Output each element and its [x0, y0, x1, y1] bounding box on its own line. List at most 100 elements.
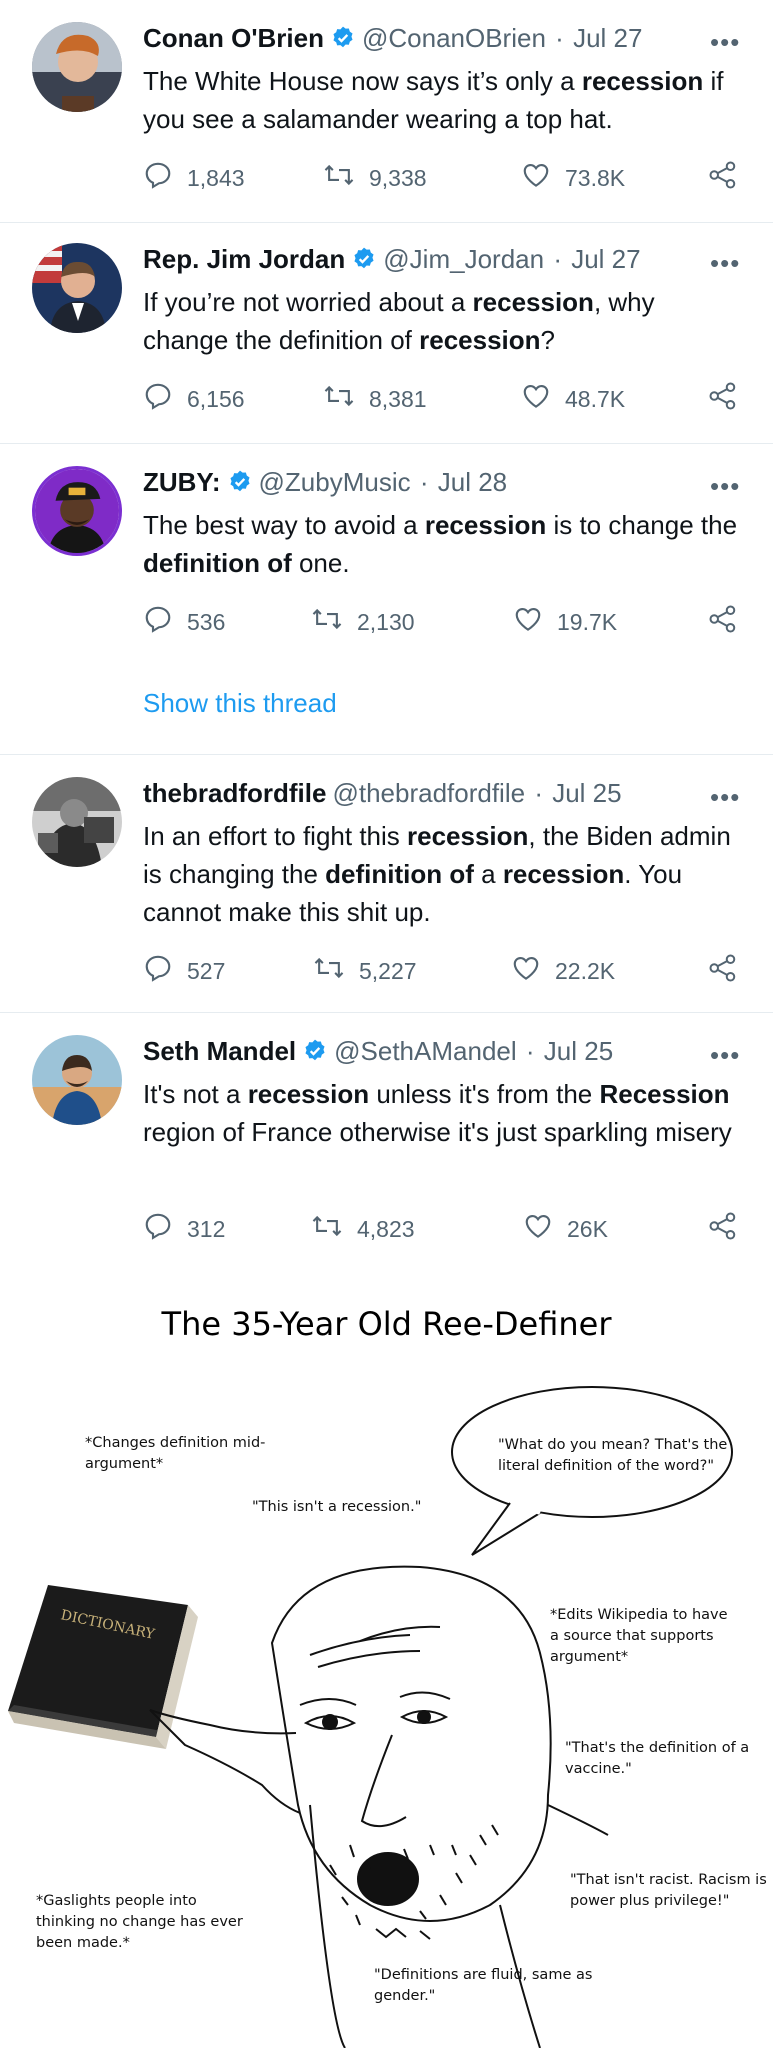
tweet-header: Conan O'Brien @ConanOBrien · Jul 27: [143, 22, 642, 58]
like-count: 26K: [567, 1215, 608, 1242]
caption-changes-definition: *Changes definition mid-argument*: [85, 1435, 266, 1472]
more-options-icon[interactable]: •••: [710, 1042, 740, 1068]
share-icon: [708, 381, 752, 417]
dot-separator: ·: [555, 23, 564, 53]
like-button[interactable]: 48.7K: [521, 381, 625, 417]
caption-what-do-you-mean: "What do you mean? That's the literal de…: [498, 1437, 728, 1474]
avatar[interactable]: [32, 1035, 122, 1125]
share-button[interactable]: [708, 1211, 752, 1247]
avatar-image: [32, 243, 122, 333]
tweet-text: The White House now says it’s only a rec…: [143, 66, 724, 134]
retweet-icon: [311, 604, 357, 640]
reply-count: 312: [187, 1215, 226, 1242]
more-options-icon[interactable]: •••: [710, 784, 740, 810]
tweet-actions: 527 5,227 22.2K: [143, 953, 743, 993]
tweet-text: In an effort to fight this recession, th…: [143, 821, 731, 927]
caption-vaccine: "That's the definition of a vaccine.": [565, 1740, 750, 1777]
author-handle[interactable]: @ZubyMusic: [259, 467, 411, 497]
tweet-jim-jordan[interactable]: Rep. Jim Jordan @Jim_Jordan · Jul 27 ••• …: [0, 223, 773, 443]
reply-icon: [143, 1211, 187, 1247]
like-button[interactable]: 19.7K: [513, 604, 617, 640]
author-handle[interactable]: @SethAMandel: [334, 1036, 517, 1066]
avatar-image: [35, 469, 119, 553]
share-button[interactable]: [708, 160, 752, 196]
retweet-icon: [313, 953, 359, 989]
like-count: 19.7K: [557, 608, 618, 635]
tweet-date[interactable]: Jul 25: [552, 778, 621, 808]
tweet-zuby[interactable]: ZUBY: @ZubyMusic · Jul 28 ••• The best wa…: [0, 444, 773, 754]
dot-separator: ·: [553, 244, 562, 274]
tweet-date[interactable]: Jul 25: [544, 1036, 613, 1066]
avatar[interactable]: [32, 777, 122, 867]
tweet-seth-mandel[interactable]: Seth Mandel @SethAMandel · Jul 25 ••• It'…: [0, 1013, 773, 1265]
avatar-image: [32, 1035, 122, 1125]
share-button[interactable]: [708, 953, 752, 989]
author-handle[interactable]: @ConanOBrien: [362, 23, 546, 53]
avatar-image: [32, 777, 122, 867]
retweet-button[interactable]: 2,130: [311, 604, 415, 640]
caption-edits-wikipedia: *Edits Wikipedia to have a source that s…: [550, 1607, 728, 1665]
tweet-conan[interactable]: Conan O'Brien @ConanOBrien · Jul 27 ••• T…: [0, 0, 773, 222]
reply-button[interactable]: 312: [143, 1211, 225, 1247]
more-options-icon[interactable]: •••: [710, 473, 740, 499]
retweet-button[interactable]: 5,227: [313, 953, 417, 989]
share-button[interactable]: [708, 604, 752, 640]
avatar[interactable]: [32, 243, 122, 333]
reply-button[interactable]: 1,843: [143, 160, 245, 196]
like-button[interactable]: 73.8K: [521, 160, 625, 196]
tweet-date[interactable]: Jul 27: [573, 23, 642, 53]
verified-badge-icon: [351, 246, 377, 279]
tweet-date[interactable]: Jul 27: [571, 244, 640, 274]
author-name[interactable]: Conan O'Brien: [143, 23, 324, 53]
tweet-actions: 1,843 9,338 73.8K: [143, 160, 743, 200]
reply-count: 527: [187, 957, 226, 984]
caption-not-a-recession: "This isn't a recession.": [252, 1499, 422, 1515]
meme-image: The 35-Year Old Ree-Definer DICTIONARY *…: [0, 1265, 773, 2048]
tweet-feed: Conan O'Brien @ConanOBrien · Jul 27 ••• T…: [0, 0, 773, 1265]
retweet-icon: [323, 160, 369, 196]
heart-icon: [523, 1211, 567, 1247]
avatar[interactable]: [32, 22, 122, 112]
tweet-date[interactable]: Jul 28: [438, 467, 507, 497]
dot-separator: ·: [419, 467, 429, 497]
avatar[interactable]: [32, 466, 122, 556]
author-name[interactable]: thebradfordfile: [143, 778, 326, 808]
caption-gaslights: *Gaslights people into thinking no chang…: [36, 1893, 243, 1951]
verified-badge-icon: [330, 25, 356, 58]
tweet-text: If you’re not worried about a recession,…: [143, 287, 655, 355]
share-icon: [708, 604, 752, 640]
reply-icon: [143, 160, 187, 196]
reply-count: 536: [187, 608, 226, 635]
reply-icon: [143, 381, 187, 417]
retweet-button[interactable]: 4,823: [311, 1211, 415, 1247]
tweet-actions: 6,156 8,381 48.7K: [143, 381, 743, 421]
tweet-header: ZUBY: @ZubyMusic · Jul 28: [143, 466, 507, 502]
like-count: 73.8K: [565, 164, 626, 191]
reply-button[interactable]: 6,156: [143, 381, 245, 417]
tweet-header: thebradfordfile @thebradfordfile · Jul 25: [143, 777, 622, 809]
retweet-button[interactable]: 9,338: [323, 160, 427, 196]
author-handle[interactable]: @Jim_Jordan: [383, 244, 544, 274]
share-button[interactable]: [708, 381, 752, 417]
tweet-bradfordfile[interactable]: thebradfordfile @thebradfordfile · Jul 25…: [0, 755, 773, 1012]
retweet-button[interactable]: 8,381: [323, 381, 427, 417]
share-icon: [708, 953, 752, 989]
reply-icon: [143, 604, 187, 640]
author-name[interactable]: ZUBY:: [143, 467, 221, 497]
retweet-count: 2,130: [357, 608, 415, 635]
tweet-header: Seth Mandel @SethAMandel · Jul 25: [143, 1035, 613, 1071]
retweet-icon: [323, 381, 369, 417]
reply-button[interactable]: 527: [143, 953, 225, 989]
show-thread-link[interactable]: Show this thread: [143, 688, 337, 719]
author-handle[interactable]: @thebradfordfile: [332, 778, 525, 808]
reply-count: 6,156: [187, 385, 245, 412]
author-name[interactable]: Rep. Jim Jordan: [143, 244, 345, 274]
tweet-header: Rep. Jim Jordan @Jim_Jordan · Jul 27: [143, 243, 641, 279]
reply-button[interactable]: 536: [143, 604, 225, 640]
like-count: 48.7K: [565, 385, 626, 412]
like-button[interactable]: 26K: [523, 1211, 608, 1247]
author-name[interactable]: Seth Mandel: [143, 1036, 296, 1066]
more-options-icon[interactable]: •••: [710, 29, 740, 55]
more-options-icon[interactable]: •••: [710, 250, 740, 276]
like-button[interactable]: 22.2K: [511, 953, 615, 989]
